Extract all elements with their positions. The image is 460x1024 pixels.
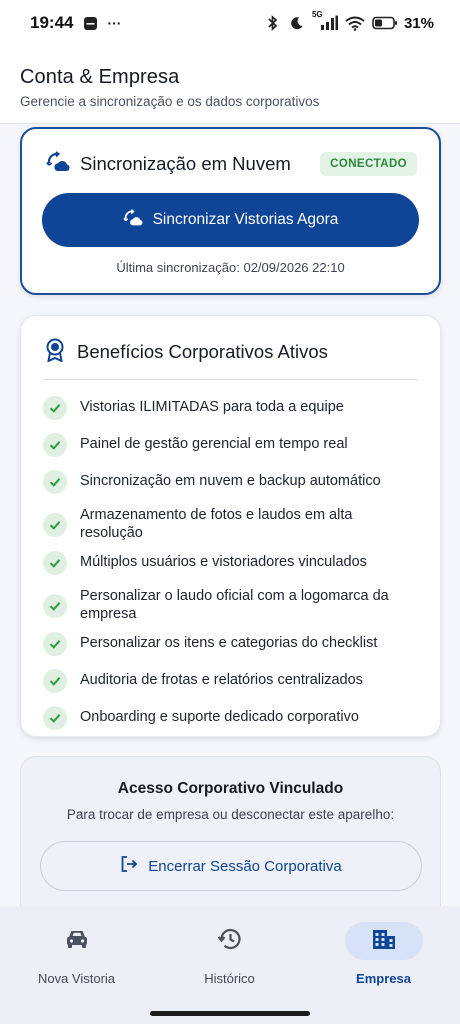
benefit-text: Armazenamento de fotos e laudos em alta … [80,507,353,541]
building-icon [371,927,397,956]
notification-icon [81,14,99,32]
corporate-access-card: Acesso Corporativo Vinculado Para trocar… [20,756,441,906]
network-type: 5G [311,10,323,19]
do-not-disturb-moon-icon [288,14,306,32]
cloud-sync-icon [46,150,70,178]
connection-status-badge: CONECTADO [320,152,417,176]
benefit-text: Painel de gestão gerencial em tempo real [80,436,348,453]
corporate-benefits-card: Benefícios Corporativos Ativos Vistorias… [20,315,441,737]
nav-label: Nova Vistoria [37,971,116,986]
signal-icon: 5G [312,10,338,32]
list-item: Onboarding e suporte dedicado corporativ… [43,706,418,730]
cloud-sync-title: Sincronização em Nuvem [80,153,291,174]
nav-pill [344,922,423,960]
home-indicator[interactable] [150,1011,310,1016]
nav-pill [191,922,269,960]
sync-now-button-label: Sincronizar Vistorias Agora [152,211,339,228]
list-item: Auditoria de frotas e relatórios central… [43,669,418,693]
cloud-sync-icon [122,208,143,232]
list-item: Vistorias ILIMITADAS para toda a equipe [43,396,418,420]
check-icon [43,632,67,656]
cloud-sync-card: Sincronização em Nuvem CONECTADO Sincron… [20,127,441,295]
corporate-access-subtitle: Para trocar de empresa ou desconectar es… [66,807,395,822]
list-item: Múltiplos usuários e vistoriadores vincu… [43,551,418,575]
list-item: Painel de gestão gerencial em tempo real [43,433,418,457]
car-icon [64,928,90,955]
history-icon [217,927,243,956]
benefits-title: Benefícios Corporativos Ativos [77,341,328,362]
benefits-header: Benefícios Corporativos Ativos [45,338,328,366]
nav-label: Histórico [204,971,255,986]
benefit-text: Múltiplos usuários e vistoriadores vincu… [80,554,367,571]
status-more-dots: ··· [107,15,122,31]
list-item: Sincronização em nuvem e backup automáti… [43,470,418,494]
check-icon [43,593,67,618]
status-time: 19:44 [30,13,74,32]
benefit-text: Personalizar os itens e categorias do ch… [80,635,378,652]
sync-now-button[interactable]: Sincronizar Vistorias Agora [42,193,419,247]
benefit-text: Onboarding e suporte dedicado corporativ… [80,709,359,726]
page-subtitle: Gerencie a sincronização e os dados corp… [20,94,320,109]
check-icon [43,470,67,494]
list-item: Armazenamento de fotos e laudos em alta … [43,507,418,542]
status-bar: 19:44 ··· 5G 31% [0,0,460,46]
cloud-sync-header: Sincronização em Nuvem CONECTADO [46,150,417,178]
award-badge-icon [45,338,65,367]
end-corporate-session-label: Encerrar Sessão Corporativa [148,857,342,875]
check-icon [43,706,67,730]
list-item: Personalizar os itens e categorias do ch… [43,632,418,656]
check-icon [43,669,67,693]
benefit-text: Personalizar o laudo oficial com a logom… [80,588,389,622]
check-icon [43,433,67,457]
bottom-navigation: Nova Vistoria Histórico Empresa [0,906,460,1024]
end-corporate-session-button[interactable]: Encerrar Sessão Corporativa [40,841,422,891]
wifi-icon [344,14,366,32]
check-icon [43,551,67,575]
benefit-text: Auditoria de frotas e relatórios central… [80,672,363,689]
page-title: Conta & Empresa [20,66,180,88]
logout-icon [120,855,138,877]
nav-label: Empresa [356,971,411,986]
content-scroll-area[interactable]: Sincronização em Nuvem CONECTADO Sincron… [0,124,460,906]
nav-pill [38,922,116,960]
benefits-divider [43,379,418,380]
benefit-text: Vistorias ILIMITADAS para toda a equipe [80,399,344,416]
nav-item-historico[interactable]: Histórico [153,922,306,1002]
benefits-list: Vistorias ILIMITADAS para toda a equipe … [43,396,418,743]
app-header: Conta & Empresa Gerencie a sincronização… [0,46,460,124]
list-item: Personalizar o laudo oficial com a logom… [43,588,418,623]
nav-item-empresa[interactable]: Empresa [307,922,460,1002]
last-sync-timestamp: Última sincronização: 02/09/2026 22:10 [116,260,345,275]
bluetooth-icon [264,14,282,32]
check-icon [43,512,67,537]
battery-level: 31% [403,14,434,32]
check-icon [43,396,67,420]
nav-item-nova-vistoria[interactable]: Nova Vistoria [0,922,153,1002]
battery-icon [372,14,398,32]
corporate-access-title: Acesso Corporativo Vinculado [117,780,344,797]
benefit-text: Sincronização em nuvem e backup automáti… [80,473,381,490]
